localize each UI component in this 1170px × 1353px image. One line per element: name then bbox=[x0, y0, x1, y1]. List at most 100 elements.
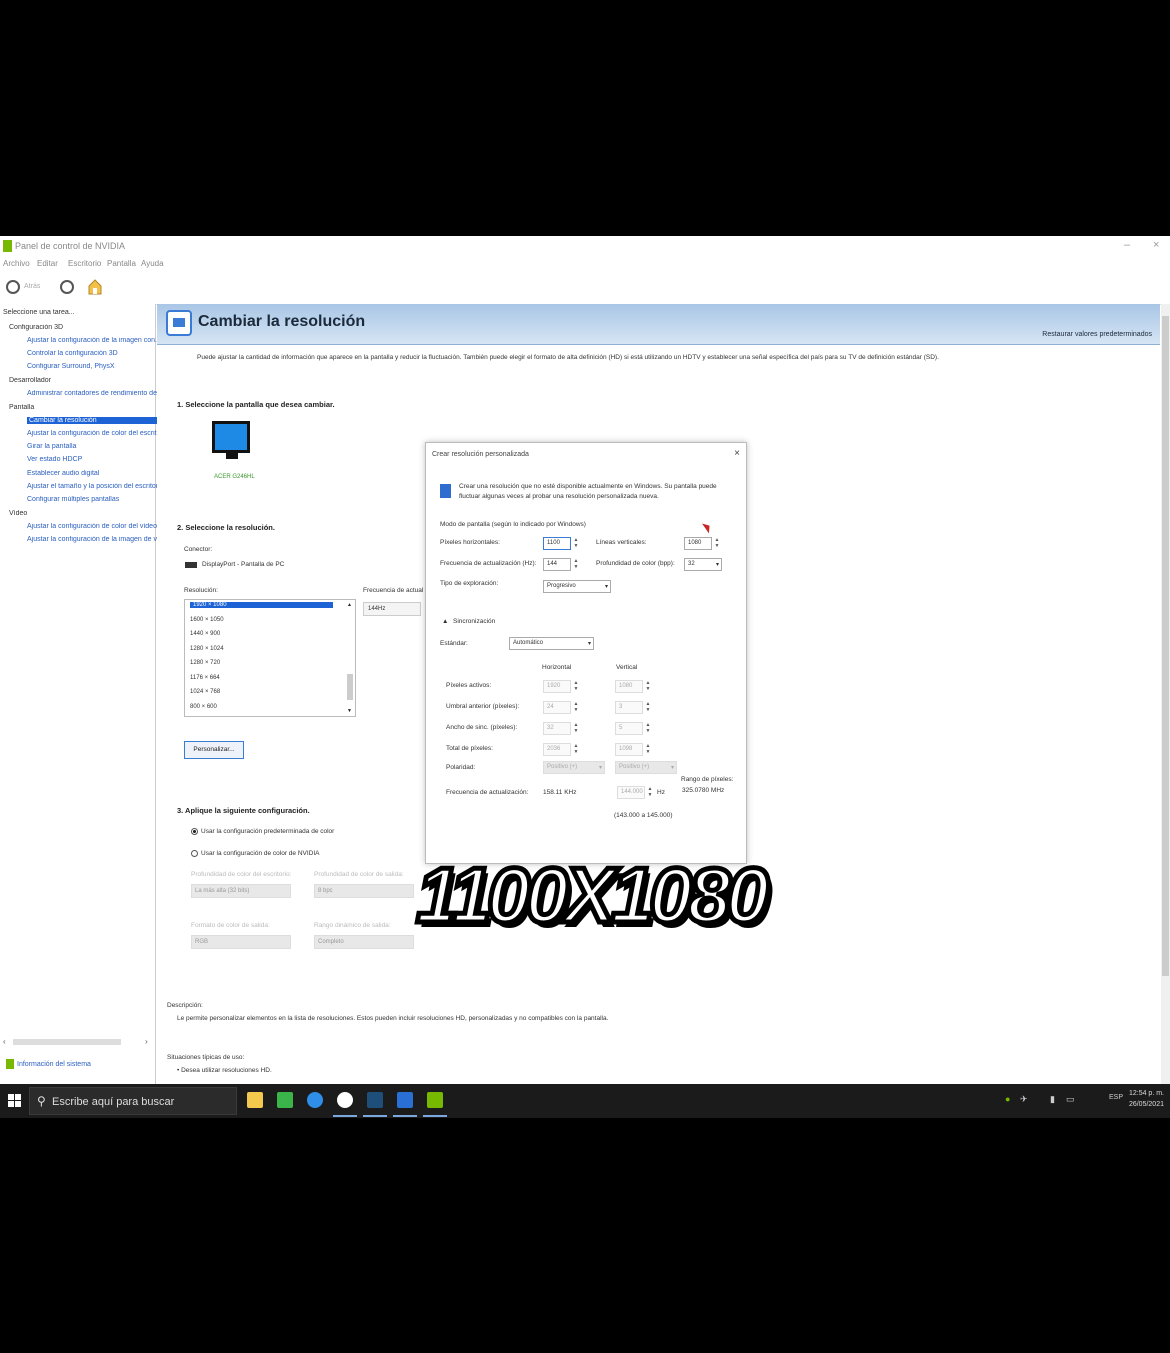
nvidia-taskbar-icon[interactable] bbox=[427, 1092, 443, 1108]
minimize-button[interactable]: – bbox=[1124, 239, 1130, 251]
windows-start-icon[interactable] bbox=[8, 1094, 21, 1107]
tree-item[interactable]: Ajustar la configuración de la imagen co… bbox=[27, 337, 157, 344]
refresh-hz-stepper[interactable]: ▲ ▼ bbox=[573, 558, 579, 571]
timing-h-input: 32 bbox=[543, 722, 571, 735]
store-icon[interactable] bbox=[277, 1092, 293, 1108]
resolution-item[interactable]: 1176 × 664 bbox=[190, 675, 220, 681]
scroll-thumb[interactable] bbox=[1162, 316, 1169, 976]
notification-icon[interactable]: ▭ bbox=[1066, 1094, 1075, 1105]
language-indicator[interactable]: ESP bbox=[1109, 1094, 1123, 1101]
refresh-v-stepper: ▲ ▼ bbox=[647, 786, 653, 798]
home-icon[interactable] bbox=[88, 279, 102, 295]
timing-v-input: 1098 bbox=[615, 743, 643, 756]
radio-default-label: Usar la configuración predeterminada de … bbox=[201, 828, 335, 835]
close-button[interactable]: × bbox=[1153, 239, 1159, 251]
resolution-item[interactable]: 800 × 600 bbox=[190, 704, 217, 710]
timing-row-label: Ancho de sinc. (píxeles): bbox=[446, 724, 518, 731]
timing-v-stepper: ▲ ▼ bbox=[645, 701, 651, 713]
game-app-icon[interactable] bbox=[397, 1092, 413, 1108]
resolution-label: Resolución: bbox=[184, 587, 218, 594]
refresh-hz-input[interactable]: 144 bbox=[543, 558, 571, 571]
monitor-icon[interactable] bbox=[212, 421, 252, 463]
h-pixels-input[interactable]: 1100 bbox=[543, 537, 571, 550]
scroll-up-icon[interactable]: ▲ bbox=[347, 602, 352, 608]
resolution-item[interactable]: 1280 × 720 bbox=[190, 660, 220, 666]
tree-item[interactable]: Administrar contadores de rendimiento de… bbox=[27, 390, 157, 397]
menu-escritorio[interactable]: Escritorio bbox=[68, 259, 101, 268]
timing-h-input: 1920 bbox=[543, 680, 571, 693]
scroll-thumb[interactable] bbox=[347, 674, 353, 700]
tree-item[interactable]: Configurar múltiples pantallas bbox=[27, 496, 157, 503]
refresh-rate-list[interactable]: 144Hz bbox=[363, 602, 421, 616]
tree-category[interactable]: Desarrollador bbox=[9, 377, 139, 384]
window-titlebar: Panel de control de NVIDIA – × bbox=[0, 236, 1170, 256]
sync-collapse-icon[interactable]: ▲ bbox=[442, 618, 448, 625]
system-info-link[interactable]: Información del sistema bbox=[6, 1059, 91, 1069]
color-depth-select[interactable]: 32 ▾ bbox=[684, 558, 722, 571]
resolution-list[interactable]: ▲ ▼ 1920 × 1080 1600 × 1050 1440 × 900 1280… bbox=[184, 599, 356, 717]
tree-item[interactable]: Cambiar la resolución bbox=[27, 417, 161, 424]
resolution-item[interactable]: 1280 × 1024 bbox=[190, 646, 224, 652]
back-icon[interactable] bbox=[6, 280, 20, 294]
menu-editar[interactable]: Editar bbox=[37, 259, 58, 268]
taskbar-search-box[interactable]: ⚲ Escribe aquí para buscar bbox=[29, 1087, 237, 1115]
resolution-item[interactable]: 1920 × 1080 bbox=[190, 602, 333, 608]
nvidia-tray-icon[interactable]: ● bbox=[1005, 1094, 1010, 1104]
polarity-h-select: Positivo (+) ▾ bbox=[543, 761, 605, 774]
steam-icon[interactable] bbox=[367, 1092, 383, 1108]
network-icon[interactable]: ✈ bbox=[1020, 1094, 1028, 1105]
forward-icon[interactable] bbox=[60, 280, 74, 294]
tree-item[interactable]: Controlar la configuración 3D bbox=[27, 350, 157, 357]
scroll-right-icon[interactable]: › bbox=[145, 1037, 148, 1046]
tree-category[interactable]: Pantalla bbox=[9, 404, 139, 411]
toolbar: Atrás bbox=[0, 272, 1170, 305]
tree-item[interactable]: Establecer audio digital bbox=[27, 470, 157, 477]
scan-type-select[interactable]: Progresivo ▾ bbox=[543, 580, 611, 593]
desktop-color-depth-select: La más alta (32 bits) bbox=[191, 884, 291, 898]
tree-category[interactable]: Configuración 3D bbox=[9, 324, 139, 331]
pixel-rate-label: Rango de píxeles: bbox=[681, 776, 734, 783]
tree-item[interactable]: Ajustar la configuración de color del es… bbox=[27, 430, 157, 437]
dialog-close-button[interactable]: × bbox=[734, 448, 740, 459]
usage-item: • Desea utilizar resoluciones HD. bbox=[177, 1067, 272, 1074]
sidebar-scrollbar[interactable]: ‹ › bbox=[3, 1037, 151, 1046]
standard-select[interactable]: Automático ▾ bbox=[509, 637, 594, 650]
file-explorer-icon[interactable] bbox=[247, 1092, 263, 1108]
tree-item[interactable]: Configurar Surround, PhysX bbox=[27, 363, 157, 370]
polarity-label: Polaridad: bbox=[446, 764, 476, 771]
tree-item[interactable]: Girar la pantalla bbox=[27, 443, 157, 450]
radio-nvidia-color[interactable] bbox=[191, 850, 198, 857]
resolution-item[interactable]: 1600 × 1050 bbox=[190, 617, 224, 623]
tree-item[interactable]: Ajustar la configuración de color del ví… bbox=[27, 523, 157, 530]
v-lines-stepper[interactable]: ▲ ▼ bbox=[714, 537, 720, 550]
tree-item[interactable]: Ajustar la configuración de la imagen de… bbox=[27, 536, 157, 543]
tree-item[interactable]: Ver estado HDCP bbox=[27, 456, 157, 463]
scroll-thumb[interactable] bbox=[13, 1039, 121, 1045]
page-banner: Cambiar la resolución Restaurar valores … bbox=[157, 304, 1160, 345]
resolution-item[interactable]: 1024 × 768 bbox=[190, 689, 220, 695]
app-icon[interactable] bbox=[337, 1092, 353, 1108]
h-pixels-stepper[interactable]: ▲ ▼ bbox=[573, 537, 579, 550]
taskbar: ⚲ Escribe aquí para buscar ● ✈ ▮ ▭ ESP 1… bbox=[0, 1084, 1170, 1118]
tree-category[interactable]: Vídeo bbox=[9, 510, 139, 517]
timing-v-stepper: ▲ ▼ bbox=[645, 743, 651, 755]
menu-pantalla[interactable]: Pantalla bbox=[107, 259, 136, 268]
tree-item[interactable]: Ajustar el tamaño y la posición del escr… bbox=[27, 483, 157, 490]
content-scrollbar[interactable] bbox=[1161, 304, 1170, 1084]
scroll-down-icon[interactable]: ▼ bbox=[347, 708, 352, 714]
radio-default-color[interactable] bbox=[191, 828, 198, 835]
v-lines-input[interactable]: 1080 bbox=[684, 537, 712, 550]
resolution-list-scrollbar[interactable]: ▲ ▼ bbox=[347, 602, 353, 714]
edge-icon[interactable] bbox=[307, 1092, 323, 1108]
scroll-left-icon[interactable]: ‹ bbox=[3, 1037, 6, 1046]
resolution-item[interactable]: 1440 × 900 bbox=[190, 631, 220, 637]
customize-button[interactable]: Personalizar... bbox=[184, 741, 244, 759]
menu-ayuda[interactable]: Ayuda bbox=[141, 259, 164, 268]
volume-icon[interactable]: ▮ bbox=[1050, 1094, 1055, 1105]
timing-v-input: 3 bbox=[615, 701, 643, 714]
clock[interactable]: 12:54 p. m. 26/05/2021 bbox=[1129, 1088, 1164, 1110]
timing-v-input: 5 bbox=[615, 722, 643, 735]
restore-defaults-link[interactable]: Restaurar valores predeterminados bbox=[1042, 331, 1152, 338]
menu-archivo[interactable]: Archivo bbox=[3, 259, 30, 268]
pixel-rate-value: 325.0780 MHz bbox=[682, 787, 725, 794]
